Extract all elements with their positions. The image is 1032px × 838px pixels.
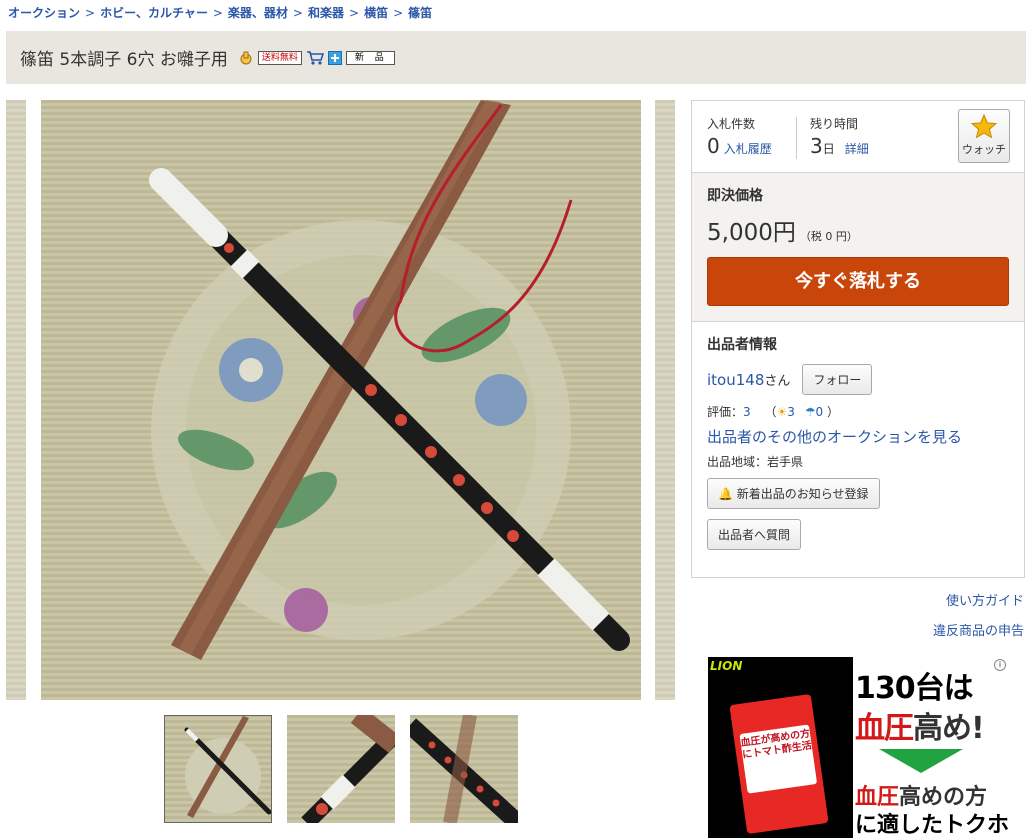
seller-name-link[interactable]: itou148 — [707, 371, 764, 389]
ad-info-icon[interactable]: i — [994, 659, 1006, 671]
thumbnail-1[interactable] — [164, 715, 272, 823]
rating-value[interactable]: 3 — [743, 405, 751, 419]
ad-product-image: LION 血圧が高めの方にトマト酢生活 — [708, 657, 853, 838]
breadcrumb: オークション > ホビー、カルチャー > 楽器、器材 > 和楽器 > 横笛 > 篠笛 — [8, 4, 432, 21]
item-title: 篠笛 5本調子 6穴 お囃子用 — [20, 50, 228, 70]
usage-guide-link[interactable]: 使い方ガイド — [946, 590, 1024, 609]
ad-headline-2: 高め! — [913, 711, 985, 746]
bid-count-value: 0 — [707, 134, 720, 158]
thumbnail-list — [164, 715, 518, 823]
seller-rating: 評価：3 （☀3 ☂0 ） — [707, 405, 839, 419]
buy-now-price: 5,000円 — [707, 220, 796, 246]
advertisement-banner[interactable]: LION 血圧が高めの方にトマト酢生活 130台は 血圧高め! 血圧高めの方 に… — [708, 657, 1008, 838]
free-shipping-badge: 送料無料 — [257, 50, 302, 65]
item-title-bar: 篠笛 5本調子 6穴 お囃子用 送料無料 新 品 — [6, 31, 1026, 84]
ask-seller-button[interactable]: 出品者へ質問 — [707, 519, 802, 550]
ad-copy: 130台は 血圧高め! 血圧高めの方 に適したトクホ i — [853, 657, 1008, 838]
ad-headline-2-red: 血圧 — [855, 711, 914, 746]
cart-icon — [306, 50, 324, 66]
breadcrumb-separator: > — [212, 6, 223, 20]
ad-pack-text: 血圧が高めの方にトマト酢生活 — [739, 724, 818, 794]
breadcrumb-yokobue[interactable]: 横笛 — [364, 6, 388, 20]
star-icon — [959, 113, 1009, 141]
main-product-photo[interactable] — [41, 100, 641, 700]
new-item-label: 新 品 — [345, 50, 395, 65]
new-item-badge: 新 品 — [345, 50, 395, 65]
bad-rating-value[interactable]: 0 — [816, 405, 824, 419]
time-left-value: 3 — [810, 134, 823, 158]
bid-divider — [796, 117, 797, 159]
free-shipping-label: 送料無料 — [257, 50, 302, 65]
breadcrumb-instruments[interactable]: 楽器、器材 — [228, 6, 288, 20]
tax-amount: （税 0 円） — [799, 230, 858, 243]
time-detail-link[interactable]: 詳細 — [845, 142, 869, 156]
seller-section-title: 出品者情報 — [707, 337, 777, 353]
watch-button[interactable]: ウォッチ — [958, 109, 1010, 163]
breadcrumb-separator: > — [85, 6, 96, 20]
breadcrumb-shinobue[interactable]: 篠笛 — [408, 6, 432, 20]
ad-headline-1: 130台は — [855, 671, 974, 706]
bid-history-link[interactable]: 入札履歴 — [724, 142, 772, 156]
ad-brand-logo: LION — [710, 659, 743, 673]
next-image-strip[interactable] — [655, 100, 675, 700]
new-arrival-icon — [327, 50, 342, 65]
flute-photo-illustration — [149, 100, 630, 660]
sun-icon: ☀ — [776, 405, 788, 419]
bid-count-block: 入札件数 0 入札履歴 — [707, 115, 772, 158]
bid-status-row: 入札件数 0 入札履歴 残り時間 3日 詳細 ウォッチ — [692, 101, 1024, 173]
buy-now-section: 即決価格 5,000円 （税 0 円） 今すぐ落札する — [692, 173, 1024, 322]
buy-now-button[interactable]: 今すぐ落札する — [707, 257, 1009, 306]
thumbnail-3[interactable] — [410, 715, 518, 823]
prev-image-strip[interactable] — [6, 100, 26, 700]
breadcrumb-separator: > — [292, 6, 303, 20]
thumbnail-2[interactable] — [287, 715, 395, 823]
time-left-label: 残り時間 — [810, 117, 859, 131]
time-left-unit: 日 — [822, 142, 835, 156]
down-arrow-icon — [879, 749, 963, 773]
notify-new-listings-button[interactable]: 🔔 新着出品のお知らせ登録 — [707, 478, 880, 509]
notify-label: 新着出品のお知らせ登録 — [736, 487, 869, 501]
seller-info: 出品者情報 itou148 さん フォロー 評価：3 （☀3 ☂0 ） 出品者のそ… — [692, 322, 1024, 562]
breadcrumb-auction[interactable]: オークション — [8, 6, 80, 20]
umbrella-icon: ☂ — [804, 405, 816, 419]
watch-label: ウォッチ — [962, 143, 1006, 156]
ad-juice-pack: 血圧が高めの方にトマト酢生活 — [729, 693, 829, 835]
time-left-block: 残り時間 3日 詳細 — [810, 115, 869, 158]
rating-label: 評価： — [707, 405, 744, 419]
report-violation-link[interactable]: 違反商品の申告 — [933, 620, 1024, 639]
seller-region: 出品地域：岩手県 — [707, 455, 804, 469]
main-image-area — [6, 100, 675, 700]
bid-count-label: 入札件数 — [707, 117, 756, 131]
buy-now-label: 即決価格 — [707, 188, 763, 204]
bell-icon: 🔔 — [718, 487, 733, 501]
good-rating-value[interactable]: 3 — [787, 405, 795, 419]
seller-honorific: さん — [764, 374, 791, 389]
seller-other-auctions-link[interactable]: 出品者のその他のオークションを見る — [707, 426, 1009, 447]
breadcrumb-separator: > — [393, 6, 404, 20]
breadcrumb-japanese-instruments[interactable]: 和楽器 — [308, 6, 344, 20]
bid-panel: 入札件数 0 入札履歴 残り時間 3日 詳細 ウォッチ 即決価格 5,000円 （税 … — [691, 100, 1025, 578]
breadcrumb-hobby-culture[interactable]: ホビー、カルチャー — [100, 6, 208, 20]
breadcrumb-separator: > — [349, 6, 360, 20]
hand-icon — [238, 50, 254, 66]
follow-button[interactable]: フォロー — [802, 364, 873, 395]
ad-line-4: に適したトクホ — [855, 813, 1008, 838]
